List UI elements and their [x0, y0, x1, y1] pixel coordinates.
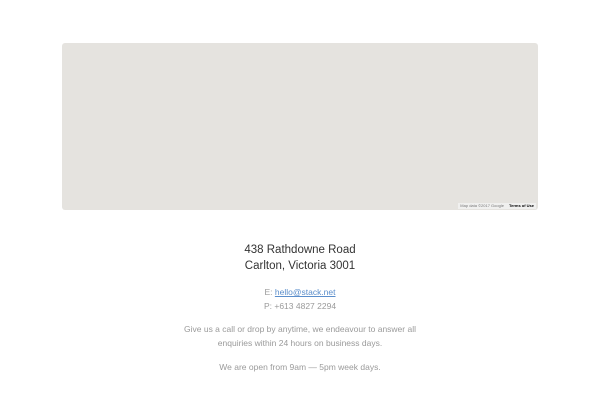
email-row: E: hello@stack.net [0, 285, 600, 299]
opening-hours: We are open from 9am — 5pm week days. [219, 362, 381, 372]
map-attribution-bar: Map data ©2017 Google Terms of Use [458, 203, 536, 209]
email-link[interactable]: hello@stack.net [275, 287, 336, 297]
map-terms-link[interactable]: Terms of Use [509, 203, 534, 209]
map-data-attribution: Map data ©2017 Google [460, 203, 504, 208]
address-line-city: Carlton, Victoria 3001 [244, 260, 356, 272]
address-line-street: 438 Rathdowne Road [244, 244, 356, 256]
contact-details: E: hello@stack.net P: +613 4827 2294 [0, 285, 600, 313]
email-prefix: E: [264, 287, 275, 297]
enquiry-blurb-line-2: enquiries within 24 hours on business da… [217, 338, 383, 348]
phone-number: +613 4827 2294 [274, 301, 337, 311]
phone-prefix: P: [263, 301, 275, 311]
address-block: 438 Rathdowne Road Carlton, Victoria 300… [0, 242, 600, 274]
contact-page: Map data ©2017 Google Terms of Use 438 R… [0, 0, 600, 417]
embedded-map[interactable]: Map data ©2017 Google Terms of Use [62, 43, 538, 210]
enquiry-blurb-line-1: Give us a call or drop by anytime, we en… [184, 324, 416, 334]
enquiry-blurb: Give us a call or drop by anytime, we en… [150, 322, 450, 350]
phone-row: P: +613 4827 2294 [0, 299, 600, 313]
